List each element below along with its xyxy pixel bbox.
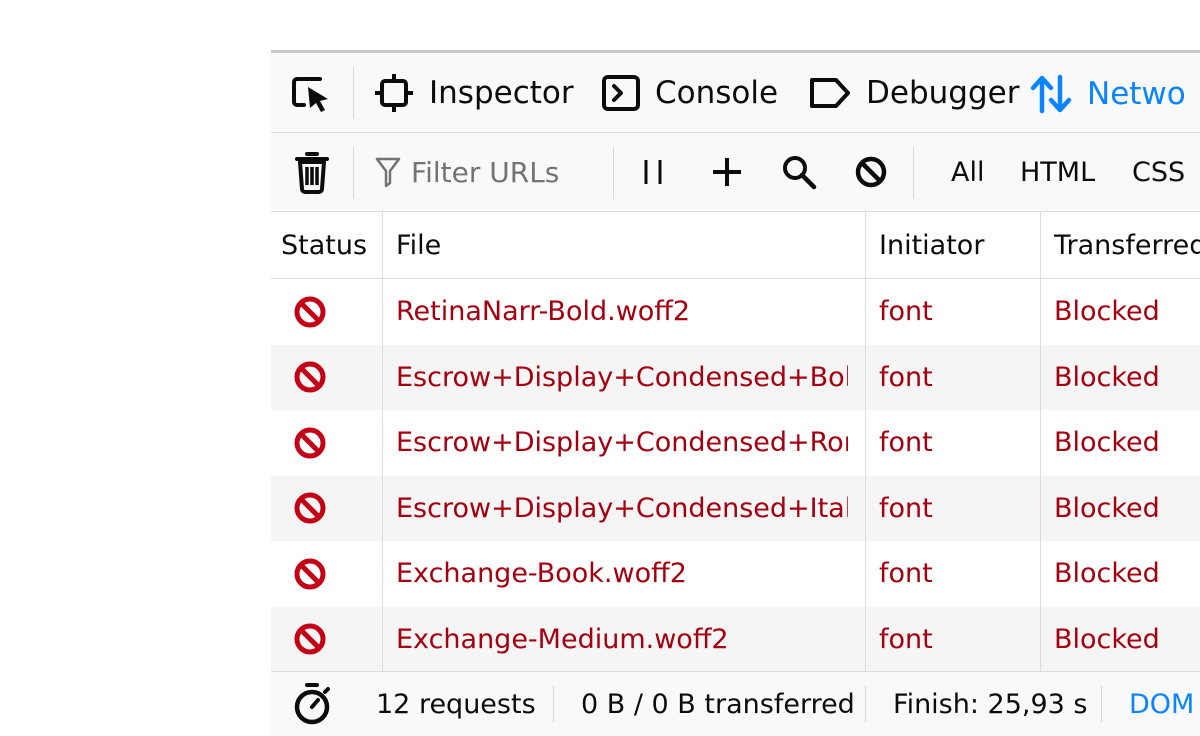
column-header-initiator[interactable]: Initiator [879,212,984,278]
filter-urls-input[interactable] [411,155,601,189]
initiator-cell: font [879,427,933,459]
column-header-file[interactable]: File [396,212,441,278]
toolbar-separator [613,147,614,199]
clear-button[interactable] [289,133,335,211]
pause-button[interactable] [633,133,673,211]
column-divider[interactable] [382,212,383,671]
dom-content-loaded-time: DOM [1129,688,1195,720]
request-list: RetinaNarr-Bold.woff2 font Blocked Escro… [271,279,1200,672]
stopwatch-icon [294,683,330,725]
table-row[interactable]: Escrow+Display+Condensed+Bold.w font Blo… [271,344,1200,411]
performance-analysis-button[interactable] [291,672,333,736]
table-row[interactable]: RetinaNarr-Bold.woff2 font Blocked [271,279,1200,345]
filter-css-button[interactable]: CSS [1132,133,1185,211]
tab-inspector[interactable]: Inspector [373,53,574,132]
add-request-blocking-button[interactable] [705,133,749,211]
blocked-icon [294,558,326,590]
file-cell: Escrow+Display+Condensed+Roma [396,427,848,459]
blocked-icon [294,623,326,655]
toolbar-separator [353,147,354,199]
column-divider[interactable] [1040,212,1041,671]
column-header-status[interactable]: Status [281,212,367,278]
filter-html-button[interactable]: HTML [1020,133,1095,211]
filter-icon [375,157,401,188]
filter-all-button[interactable]: All [951,133,984,211]
tab-console[interactable]: Console [601,53,778,132]
search-button[interactable] [777,133,821,211]
status-separator [553,686,554,722]
console-icon [602,74,640,111]
initiator-cell: font [879,492,933,524]
blocked-icon [294,427,326,459]
status-separator [1101,686,1102,722]
transferred-summary: 0 B / 0 B transferred [581,688,855,720]
tab-inspector-label: Inspector [429,74,574,111]
column-header-transferred[interactable]: Transferred [1054,212,1200,278]
request-blocking-button[interactable] [849,133,893,211]
tab-network-label: Netwo [1087,76,1186,112]
tab-console-label: Console [655,74,779,111]
transferred-cell: Blocked [1054,296,1160,328]
inspector-icon [375,73,413,112]
blocked-icon [294,361,326,393]
debugger-icon [810,77,850,108]
network-status-bar: 12 requests 0 B / 0 B transferred Finish… [271,671,1200,736]
blocked-icon [294,492,326,524]
file-cell: Escrow+Display+Condensed+Italic. [396,492,848,524]
trash-icon [295,152,329,194]
blocked-icon [294,296,326,328]
network-toolbar: All HTML CSS [271,133,1200,212]
request-count: 12 requests [376,688,536,720]
tab-network[interactable]: Netwo [1029,53,1200,135]
transferred-cell: Blocked [1054,558,1160,590]
file-cell: RetinaNarr-Bold.woff2 [396,296,691,328]
request-table-header: Status File Initiator Transferred [271,212,1200,279]
plus-icon [713,158,741,186]
finish-time: Finish: 25,93 s [893,688,1088,720]
status-cell [293,410,333,476]
toolbar-separator [353,67,354,119]
pause-icon [644,160,662,184]
table-row[interactable]: Escrow+Display+Condensed+Italic. font Bl… [271,475,1200,542]
block-icon [855,156,887,188]
element-picker-button[interactable] [285,53,339,132]
element-picker-icon [292,76,328,112]
initiator-cell: font [879,558,933,590]
table-row[interactable]: Exchange-Medium.woff2 font Blocked [271,606,1200,673]
table-row[interactable]: Escrow+Display+Condensed+Roma font Block… [271,410,1200,476]
status-cell [293,345,333,411]
search-icon [783,156,817,190]
transferred-cell: Blocked [1054,361,1160,393]
transferred-cell: Blocked [1054,427,1160,459]
network-icon [1030,74,1072,114]
file-cell: Exchange-Medium.woff2 [396,623,729,655]
file-cell: Exchange-Book.woff2 [396,558,687,590]
initiator-cell: font [879,296,933,328]
status-separator [865,686,866,722]
initiator-cell: font [879,623,933,655]
transferred-cell: Blocked [1054,492,1160,524]
status-cell [293,279,333,345]
status-cell [293,476,333,542]
tab-debugger[interactable]: Debugger [808,53,1019,132]
toolbar-separator [913,147,914,199]
status-cell [293,607,333,673]
toolbox-tabbar: Inspector Console Debugger Netwo [271,53,1200,133]
filter-urls-field[interactable] [375,133,605,211]
transferred-cell: Blocked [1054,623,1160,655]
file-cell: Escrow+Display+Condensed+Bold.w [396,361,848,393]
initiator-cell: font [879,361,933,393]
column-divider[interactable] [865,212,866,671]
tab-debugger-label: Debugger [866,74,1020,111]
status-cell [293,541,333,607]
table-row[interactable]: Exchange-Book.woff2 font Blocked [271,541,1200,607]
devtools-panel: Inspector Console Debugger Netwo Filter … [271,50,1200,736]
